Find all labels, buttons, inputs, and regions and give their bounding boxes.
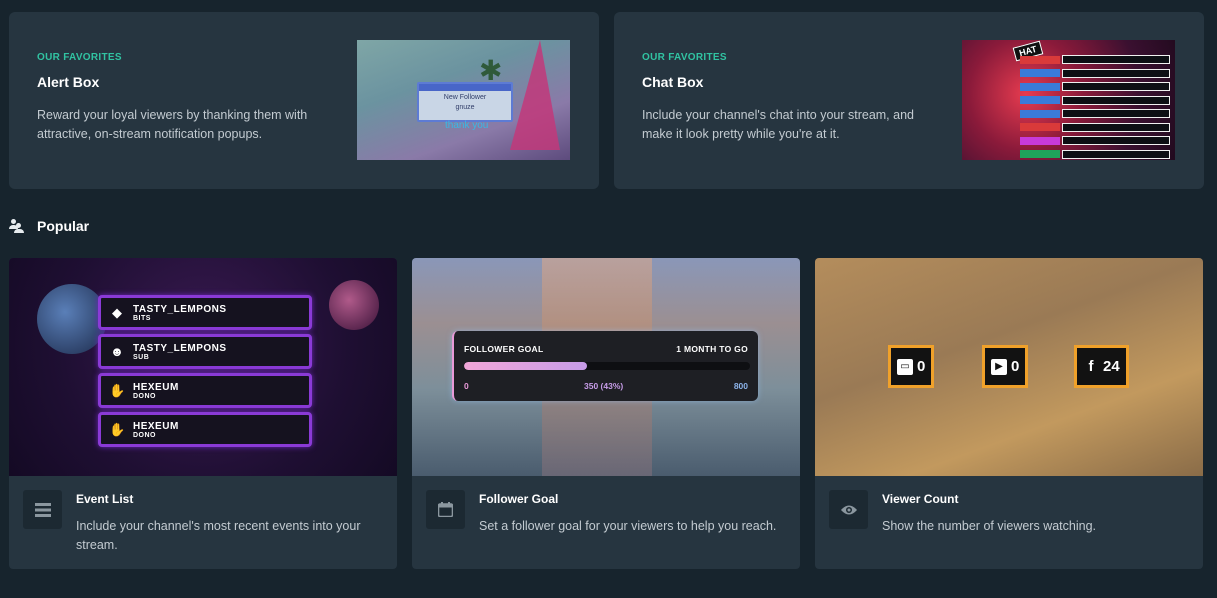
chat-message-bubble: [1062, 95, 1170, 105]
chat-message-row: [1020, 95, 1170, 106]
twitch-count-box: ▭ 0: [888, 345, 935, 388]
chat-message-row: [1020, 149, 1170, 160]
chat-message-bubble: [1062, 109, 1170, 118]
goal-target: 800: [733, 381, 748, 391]
follower-goal-preview-image[interactable]: FOLLOWER GOAL 1 MONTH TO GO 0 350 (43%) …: [412, 258, 800, 476]
chat-username-tag: [1020, 123, 1060, 131]
goal-label: FOLLOWER GOAL: [464, 344, 544, 354]
widget-card-follower-goal[interactable]: FOLLOWER GOAL 1 MONTH TO GO 0 350 (43%) …: [412, 258, 800, 569]
goal-current: 350 (43%): [584, 381, 624, 391]
widget-description: Include your channel's most recent event…: [76, 519, 361, 552]
goal-deadline: 1 MONTH TO GO: [676, 344, 748, 354]
event-list-preview: ◆ TASTY_LEMPONS BITS ☻ TASTY_LEMPONS SUB…: [98, 295, 312, 451]
chat-message-row: [1020, 54, 1170, 65]
chat-message-bubble: [1062, 82, 1170, 91]
donation-icon: ✋: [109, 421, 126, 437]
widget-card-event-list[interactable]: ◆ TASTY_LEMPONS BITS ☻ TASTY_LEMPONS SUB…: [9, 258, 397, 569]
event-list-item: ☻ TASTY_LEMPONS SUB: [98, 334, 312, 369]
viewer-count-preview-image[interactable]: ▭ 0 ▶ 0 f 24: [815, 258, 1203, 476]
chat-username-tag: [1020, 150, 1060, 158]
event-type: BITS: [133, 314, 151, 322]
chat-username-tag: [1020, 109, 1060, 118]
widget-title[interactable]: Event List: [76, 492, 133, 506]
favorite-title[interactable]: Alert Box: [37, 74, 327, 90]
favorite-description: Reward your loyal viewers by thanking th…: [37, 108, 308, 141]
event-list-item: ✋ HEXEUM DONO: [98, 373, 312, 408]
widget-title[interactable]: Viewer Count: [882, 492, 958, 506]
goal-start: 0: [464, 381, 469, 391]
favorite-eyebrow: OUR FAVORITES: [37, 52, 122, 63]
chat-username-tag: [1020, 96, 1060, 104]
chat-box-preview-image[interactable]: HAT: [962, 40, 1175, 160]
favorite-text: OUR FAVORITES Alert Box Reward your loya…: [37, 52, 327, 144]
chat-username-tag: [1020, 136, 1060, 145]
favorite-title[interactable]: Chat Box: [642, 74, 932, 90]
favorite-card-alert-box[interactable]: OUR FAVORITES Alert Box Reward your loya…: [9, 12, 599, 189]
event-name: TASTY_LEMPONS: [133, 303, 227, 315]
popular-section-header: Popular: [9, 218, 89, 234]
alert-box-preview-image[interactable]: ✱ New Follower gnuze thank you: [357, 40, 570, 160]
favorite-eyebrow: OUR FAVORITES: [642, 52, 727, 63]
event-name: TASTY_LEMPONS: [133, 342, 227, 354]
widget-description: Show the number of viewers watching.: [882, 519, 1096, 533]
event-type: SUB: [133, 353, 150, 361]
chat-rows: [1020, 54, 1170, 160]
youtube-count-box: ▶ 0: [982, 345, 1029, 388]
follower-goal-widget: FOLLOWER GOAL 1 MONTH TO GO 0 350 (43%) …: [452, 331, 758, 401]
alert-window-titlebar: [419, 84, 511, 91]
event-name: HEXEUM: [133, 420, 179, 432]
chat-message-bubble: [1062, 55, 1170, 64]
chat-message-row: [1020, 135, 1170, 146]
planet-decoration: [329, 280, 379, 330]
list-icon: [23, 490, 62, 529]
event-type: DONO: [133, 392, 156, 400]
youtube-icon: ▶: [991, 358, 1007, 375]
chat-message-row: [1020, 122, 1170, 133]
event-name: HEXEUM: [133, 381, 179, 393]
favorite-description: Include your channel's chat into your st…: [642, 108, 914, 141]
subscriber-icon: ☻: [110, 344, 124, 359]
favorite-text: OUR FAVORITES Chat Box Include your chan…: [642, 52, 932, 144]
alert-window-text: gnuze: [455, 104, 475, 111]
chat-message-bubble: [1062, 122, 1170, 132]
chat-message-row: [1020, 108, 1170, 119]
event-type: DONO: [133, 431, 156, 439]
goal-progress-bar: [464, 362, 750, 370]
chat-message-row: [1020, 81, 1170, 92]
popular-title: Popular: [37, 218, 90, 234]
chat-username-tag: [1020, 55, 1060, 64]
goal-progress-fill: [464, 362, 587, 370]
widget-description: Set a follower goal for your viewers to …: [479, 519, 777, 533]
chat-message-row: [1020, 68, 1170, 79]
widget-title[interactable]: Follower Goal: [479, 492, 558, 506]
event-list-preview-image[interactable]: ◆ TASTY_LEMPONS BITS ☻ TASTY_LEMPONS SUB…: [9, 258, 397, 476]
event-list-item: ✋ HEXEUM DONO: [98, 412, 312, 447]
bits-icon: ◆: [112, 304, 122, 320]
chat-username-tag: [1020, 69, 1060, 77]
donation-icon: ✋: [109, 382, 126, 398]
eye-icon: [829, 490, 868, 529]
widget-card-viewer-count[interactable]: ▭ 0 ▶ 0 f 24 Viewer Count Show the numbe…: [815, 258, 1203, 569]
pyramid-decoration: [510, 40, 560, 150]
chat-message-bubble: [1062, 136, 1170, 145]
youtube-count: 0: [1011, 358, 1020, 375]
planet-decoration: [37, 284, 107, 354]
calendar-icon: [426, 490, 465, 529]
chat-username-tag: [1020, 82, 1060, 91]
alert-popup-window: New Follower gnuze: [417, 82, 513, 122]
favorite-card-chat-box[interactable]: OUR FAVORITES Chat Box Include your chan…: [614, 12, 1204, 189]
facebook-icon: f: [1088, 358, 1094, 375]
alert-thanks-text: thank you: [445, 120, 489, 131]
facebook-count: 24: [1103, 358, 1120, 375]
twitch-icon: ▭: [897, 358, 913, 375]
twitch-count: 0: [917, 358, 926, 375]
event-list-item: ◆ TASTY_LEMPONS BITS: [98, 295, 312, 330]
users-icon: [9, 219, 25, 233]
facebook-count-box: f 24: [1074, 345, 1129, 388]
alert-window-title: New Follower: [443, 94, 487, 101]
chat-message-bubble: [1062, 149, 1170, 159]
chat-message-bubble: [1062, 68, 1170, 78]
